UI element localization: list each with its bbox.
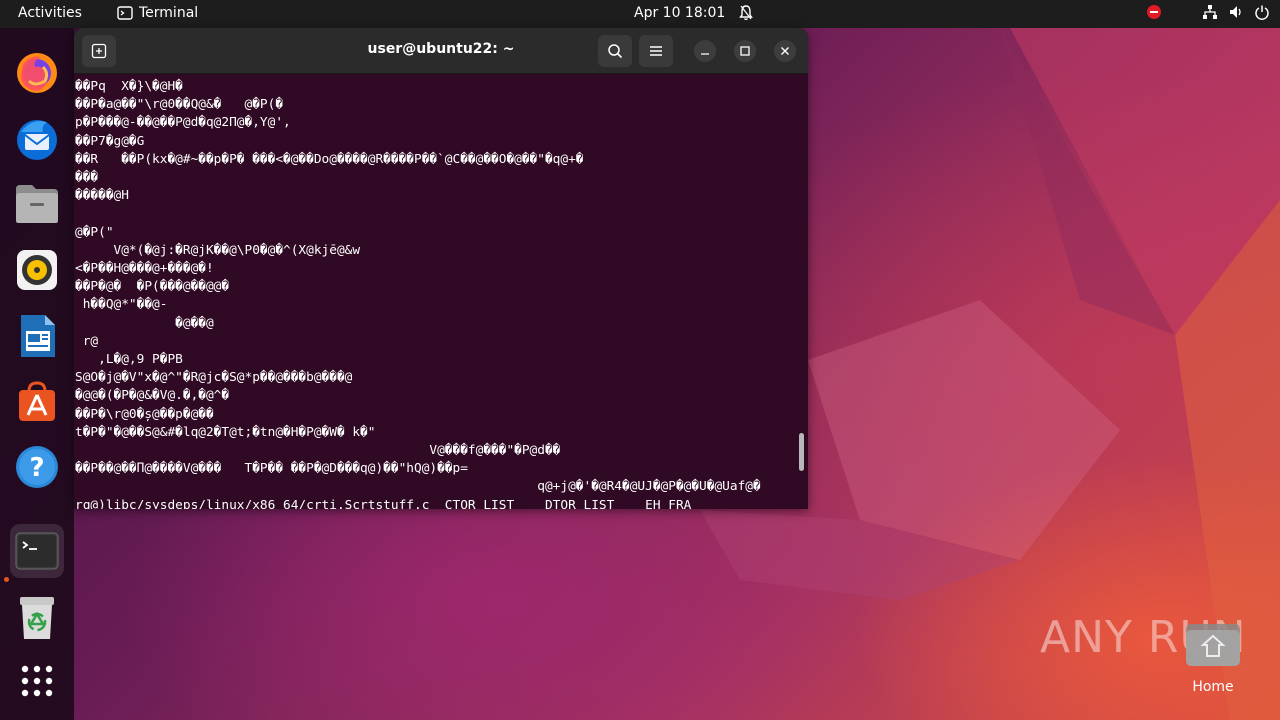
dock-thunderbird[interactable] bbox=[10, 111, 64, 165]
dock-rhythmbox[interactable] bbox=[10, 243, 64, 297]
terminal-icon bbox=[15, 532, 59, 570]
search-button[interactable] bbox=[598, 35, 632, 67]
dock-show-apps[interactable] bbox=[10, 654, 64, 708]
home-folder-icon[interactable] bbox=[1185, 620, 1241, 668]
activities-button[interactable]: Activities bbox=[18, 5, 82, 21]
home-folder-label[interactable]: Home bbox=[1180, 679, 1246, 695]
svg-text:?: ? bbox=[29, 453, 44, 483]
terminal-header-bar[interactable]: user@ubuntu22: ~ bbox=[74, 28, 808, 74]
notification-bell-icon[interactable] bbox=[738, 4, 754, 22]
dock-help[interactable]: ? bbox=[10, 440, 64, 494]
top-bar: Activities Terminal Apr 10 18:01 bbox=[0, 0, 1280, 28]
terminal-window[interactable]: user@ubuntu22: ~ ��Pq X�}\�@H� ��P�a@��"… bbox=[74, 28, 808, 509]
app-grid-icon bbox=[21, 665, 53, 697]
clock[interactable]: Apr 10 18:01 bbox=[634, 5, 725, 21]
files-icon bbox=[16, 185, 58, 223]
help-icon: ? bbox=[16, 446, 58, 488]
dock-firefox[interactable] bbox=[10, 46, 64, 100]
hamburger-menu-icon bbox=[650, 46, 662, 56]
close-icon bbox=[781, 47, 789, 55]
trash-icon bbox=[20, 597, 54, 639]
volume-icon bbox=[1230, 6, 1241, 18]
thunderbird-icon bbox=[17, 120, 57, 160]
terminal-output: ��Pq X�}\�@H� ��P�a@��"\r@0��Q@&� @�P(� … bbox=[75, 79, 761, 509]
app-menu[interactable]: Terminal bbox=[117, 5, 198, 21]
system-tray[interactable] bbox=[1146, 4, 1280, 20]
dock-writer[interactable] bbox=[10, 309, 64, 363]
app-center-icon bbox=[19, 381, 55, 421]
dock-files[interactable] bbox=[10, 177, 64, 231]
search-icon bbox=[608, 44, 623, 59]
dock-trash[interactable] bbox=[10, 591, 64, 645]
power-icon bbox=[1255, 5, 1269, 20]
network-wired-icon bbox=[1203, 5, 1217, 19]
maximize-icon bbox=[740, 46, 750, 56]
minimize-icon bbox=[701, 53, 709, 55]
rhythmbox-icon bbox=[17, 250, 57, 290]
dock-terminal[interactable] bbox=[10, 524, 64, 578]
firefox-icon bbox=[17, 53, 57, 93]
maximize-button[interactable] bbox=[734, 40, 756, 62]
terminal-scrollbar[interactable] bbox=[799, 433, 804, 471]
dock-app-center[interactable] bbox=[10, 374, 64, 428]
terminal-small-icon bbox=[117, 6, 133, 20]
minimize-button[interactable] bbox=[694, 40, 716, 62]
app-name: Terminal bbox=[139, 5, 199, 21]
menu-button[interactable] bbox=[639, 35, 673, 67]
dock: ? bbox=[0, 28, 74, 720]
terminal-output-area[interactable]: ��Pq X�}\�@H� ��P�a@��"\r@0��Q@&� @�P(� … bbox=[74, 74, 798, 509]
do-not-disturb-icon bbox=[1147, 5, 1161, 19]
writer-icon bbox=[21, 315, 55, 357]
running-indicator bbox=[4, 577, 9, 582]
close-button[interactable] bbox=[774, 40, 796, 62]
